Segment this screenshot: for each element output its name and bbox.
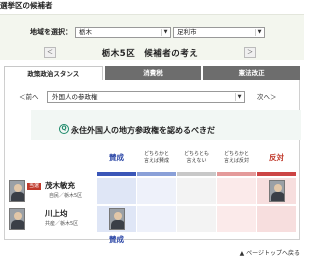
prefecture-select[interactable]: 栃木 ▼ [75,26,171,38]
city-select-value: 足利市 [177,27,197,36]
stance-column: どちらかと 言えば賛成 [137,148,176,240]
tab-policy-stance[interactable]: 政策政治スタンス [4,66,103,80]
city-select[interactable]: 足利市 ▼ [173,26,265,38]
candidate-row[interactable]: 当選 茂木敏充 自民／栃木5区 [9,178,97,204]
stance-color-band [137,172,176,176]
stance-cell [177,206,216,232]
stance-cell [97,206,136,232]
stance-color-band [257,172,296,176]
chevron-down-icon: ▼ [161,28,169,36]
area-select-bar: 地域を選択： 栃木 ▼ 足利市 ▼ ＜ 栃木5区 候補者の考え ＞ [0,14,304,60]
area-select-row: 地域を選択： 栃木 ▼ 足利市 ▼ [30,25,265,39]
prev-issue-button[interactable]: ＜前へ [19,91,39,101]
page-title: 選挙区の候補者 [0,1,53,10]
candidate-name: 茂木敏充 [45,181,75,190]
area-select-label: 地域を選択： [30,28,72,36]
stance-color-band [177,172,216,176]
candidate-answer-photo [268,180,285,202]
stance-cell [257,206,296,232]
question-box: Q 永住外国人の地方参政権を認めるべきだ [31,110,301,140]
tab-consumption-tax[interactable]: 消費税 [104,66,202,80]
district-title: 栃木5区 候補者の考え [101,49,199,59]
stance-cell [177,178,216,204]
stance-column: 反対 [257,148,296,240]
stance-column: 賛成 賛成 [97,148,136,244]
elected-badge: 当選 [27,183,42,190]
district-nav: ＜ 栃木5区 候補者の考え ＞ [0,45,304,59]
stance-cell [217,178,256,204]
stance-column: どちらとも 言えない [177,148,216,240]
candidate-photo [9,180,25,202]
candidate-photo [9,208,25,230]
stance-footer-label: 賛成 [109,235,124,244]
stance-column-header: どちらかと 言えば反対 [223,151,249,164]
prefecture-select-value: 栃木 [79,27,92,36]
issue-select-value: 外国人の参政権 [52,93,98,101]
chevron-down-icon: ▼ [255,28,263,36]
next-district-button[interactable]: ＞ [244,47,256,58]
prev-district-button[interactable]: ＜ [44,47,56,58]
stance-cell [137,178,176,204]
stance-cell [97,178,136,204]
page-top-link[interactable]: ▲ ページトップへ戻る [240,248,300,257]
question-icon: Q [59,124,69,134]
stance-cell [217,206,256,232]
next-issue-button[interactable]: 次へ＞ [257,91,277,101]
candidate-row[interactable]: 川上均 共産／栃木5区 [9,206,97,232]
stance-color-band [97,172,136,176]
stance-column-header: 賛成 [109,153,124,162]
chevron-down-icon: ▼ [235,93,243,101]
candidate-name: 川上均 [45,209,68,218]
stance-cell [257,178,296,204]
stance-color-band [217,172,256,176]
candidate-party: 自民／栃木5区 [49,193,83,199]
candidate-answer-photo [108,208,125,230]
question-text: 永住外国人の地方参政権を認めるべきだ [71,126,215,135]
stance-column: どちらかと 言えば反対 [217,148,256,240]
stance-column-header: 反対 [269,153,284,162]
stance-panel: ＜前へ 外国人の参政権 ▼ 次へ＞ Q 永住外国人の地方参政権を認めるべきだ 賛… [4,80,301,244]
candidate-party: 共産／栃木5区 [45,221,79,227]
stance-cell [137,206,176,232]
stance-column-header: どちらかと 言えば賛成 [143,151,169,164]
issue-nav: ＜前へ 外国人の参政権 ▼ 次へ＞ [5,88,301,104]
stance-column-header: どちらとも 言えない [183,151,209,164]
issue-select[interactable]: 外国人の参政権 ▼ [47,91,245,103]
tab-bar: 政策政治スタンス 消費税 憲法改正 [4,66,301,80]
tab-constitution[interactable]: 憲法改正 [203,66,301,80]
